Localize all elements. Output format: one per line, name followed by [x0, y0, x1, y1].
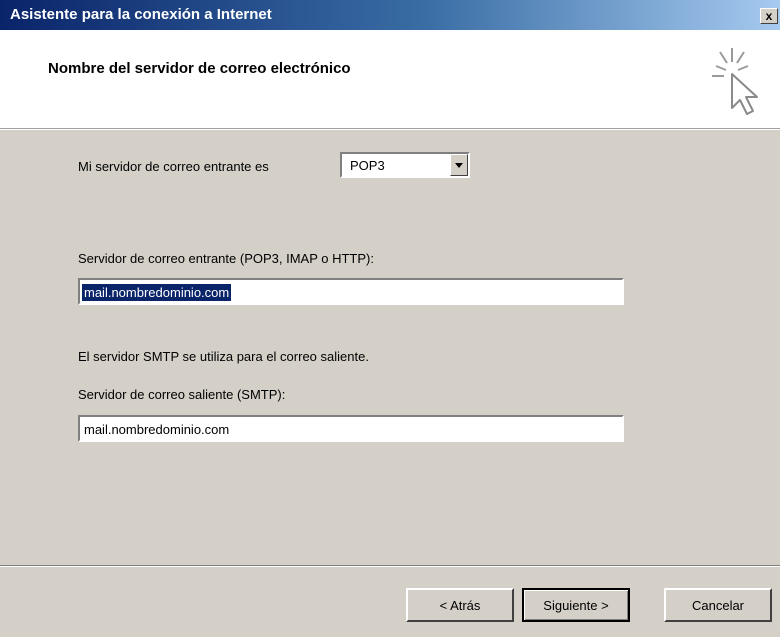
page-title: Nombre del servidor de correo electrónic…: [48, 60, 351, 77]
smtp-note: El servidor SMTP se utiliza para el corr…: [78, 349, 369, 364]
incoming-server-label: Servidor de correo entrante (POP3, IMAP …: [78, 251, 374, 266]
outgoing-server-label: Servidor de correo saliente (SMTP):: [78, 387, 286, 402]
select-value: POP3: [350, 158, 385, 173]
outgoing-server-value: mail.nombredominio.com: [84, 422, 230, 437]
title-bar: Asistente para la conexión a Internet x: [0, 0, 780, 30]
cancel-button-label: Cancelar: [691, 597, 745, 613]
wizard-cursor-icon: [712, 48, 758, 115]
close-button[interactable]: x: [760, 8, 778, 24]
next-button-label: Siguiente >: [543, 597, 609, 613]
incoming-server-input[interactable]: mail.nombredominio.com: [78, 278, 624, 305]
back-button[interactable]: < Atrás: [406, 588, 514, 622]
close-icon: x: [765, 9, 773, 23]
incoming-server-type-select[interactable]: POP3: [340, 152, 470, 178]
next-button[interactable]: Siguiente >: [522, 588, 630, 622]
back-button-label: < Atrás: [439, 597, 481, 613]
incoming-server-value: mail.nombredominio.com: [82, 284, 232, 301]
cancel-button[interactable]: Cancelar: [664, 588, 772, 622]
wizard-header: Nombre del servidor de correo electrónic…: [0, 30, 780, 129]
window-title: Asistente para la conexión a Internet: [10, 6, 272, 23]
outgoing-server-input[interactable]: mail.nombredominio.com: [78, 415, 624, 442]
header-divider: [0, 129, 780, 130]
footer-divider: [0, 565, 780, 567]
incoming-type-label: Mi servidor de correo entrante es: [78, 159, 269, 174]
chevron-down-icon[interactable]: [450, 154, 468, 176]
